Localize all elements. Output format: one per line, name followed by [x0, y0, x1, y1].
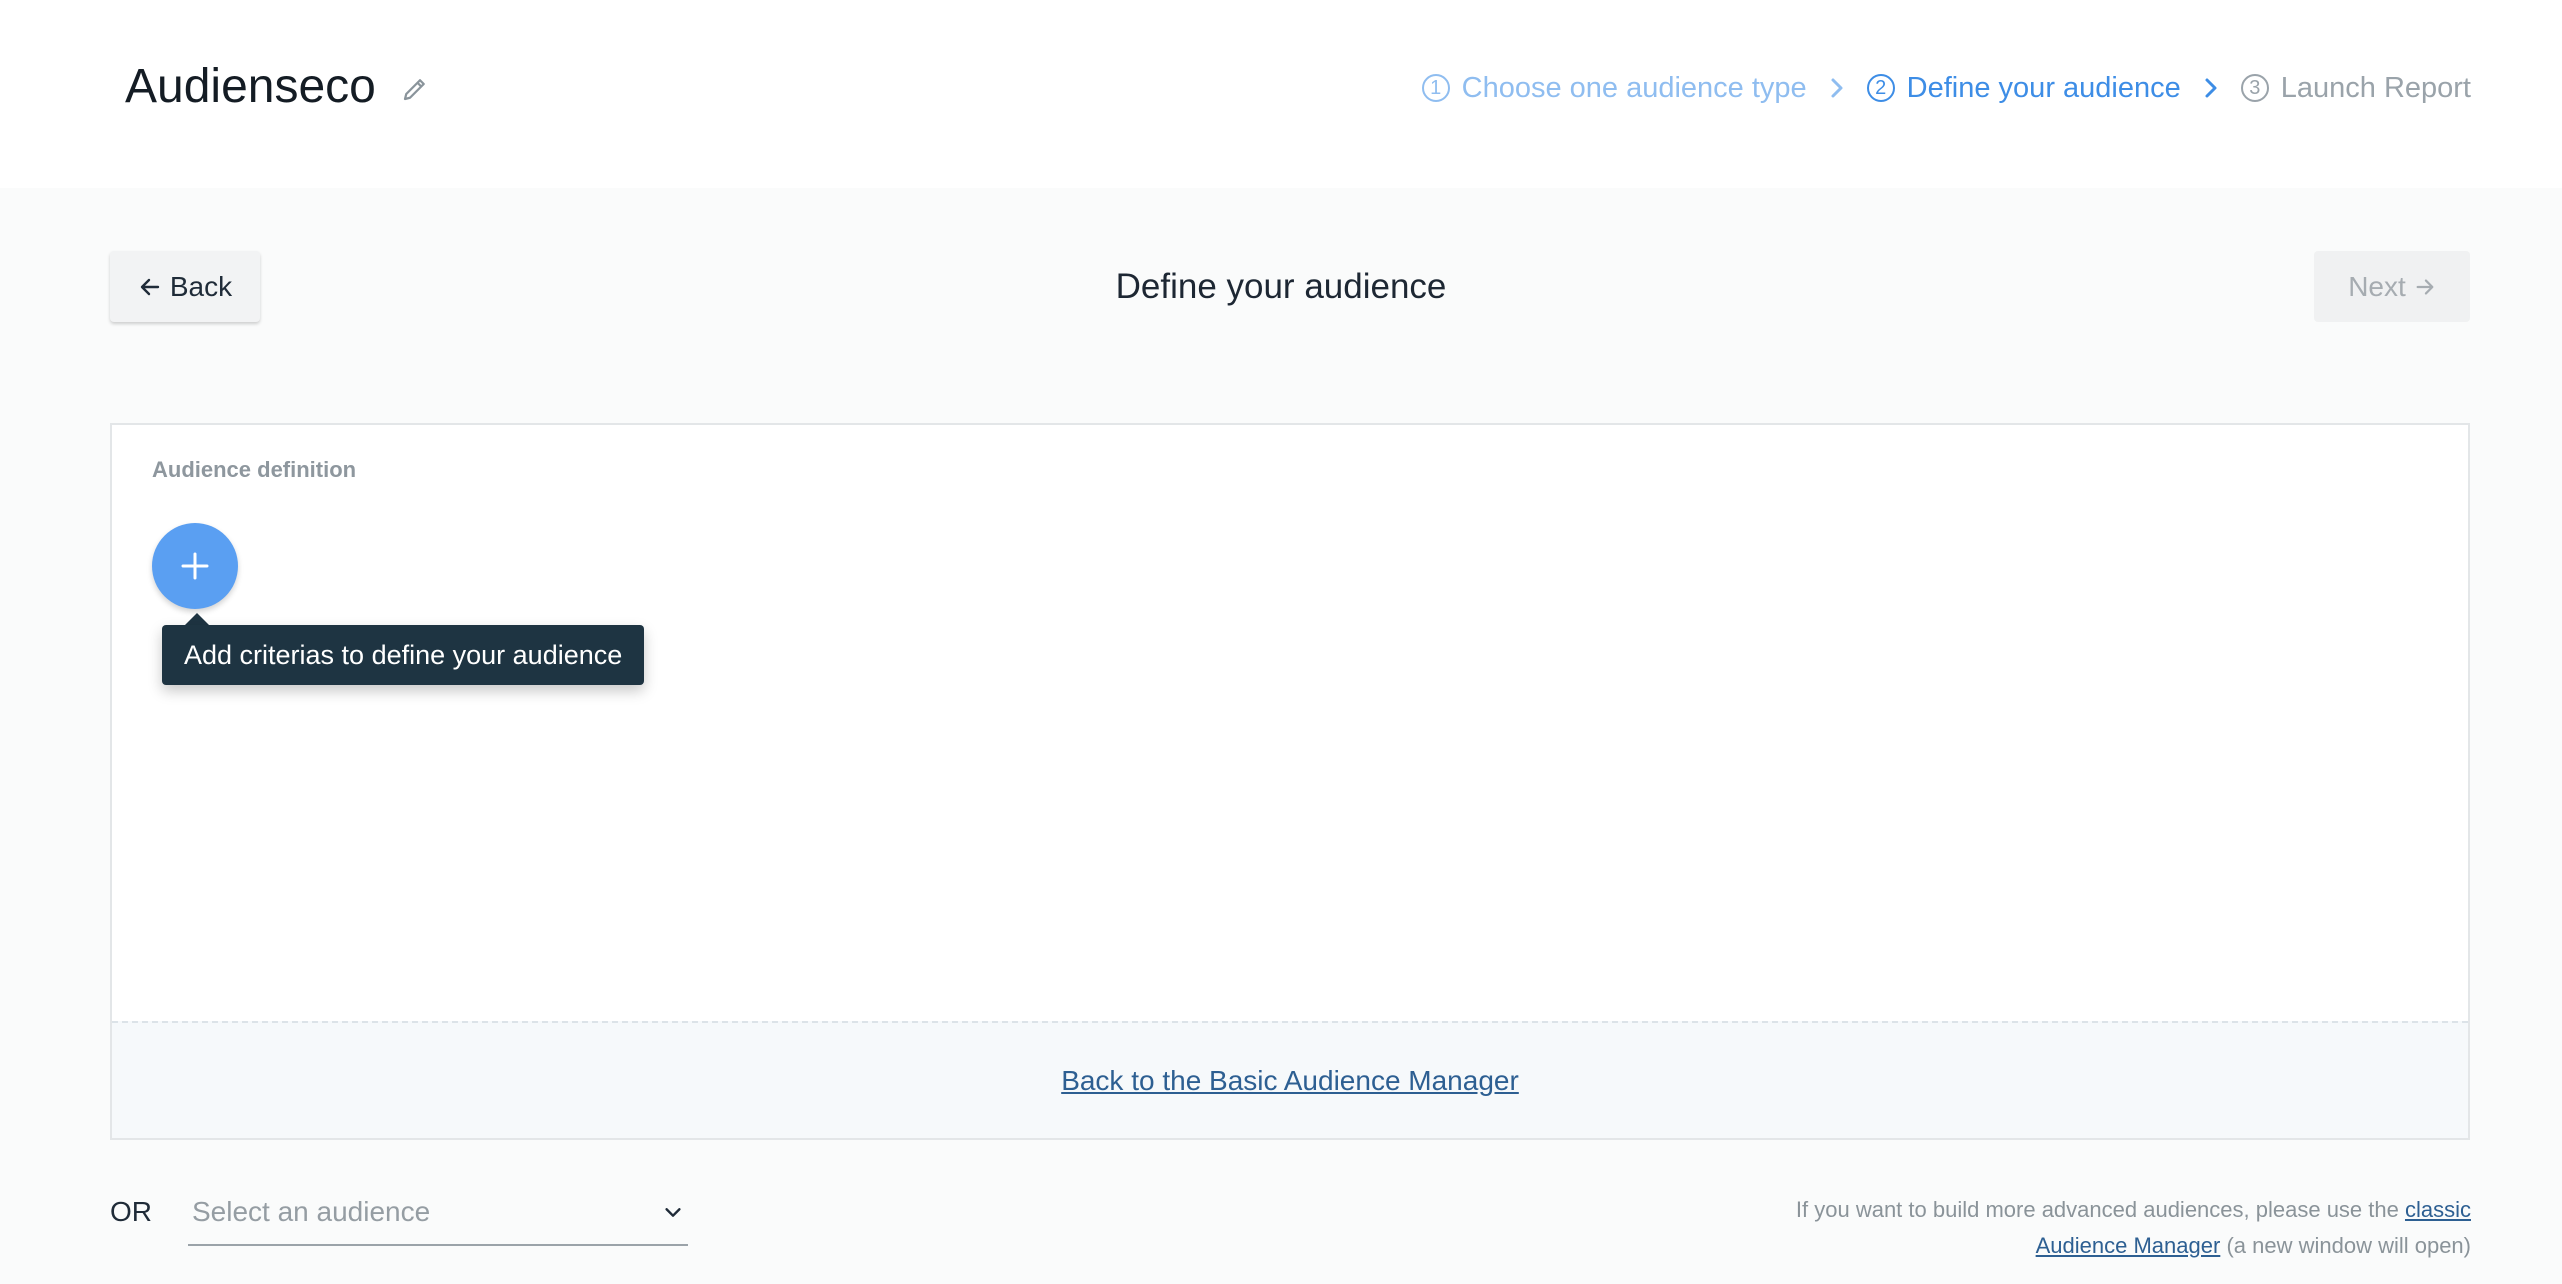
step-label: Define your audience [1906, 72, 2181, 104]
tooltip-arrow [185, 613, 209, 625]
add-criteria-button[interactable] [152, 523, 238, 609]
step-define-audience[interactable]: 2 Define your audience [1866, 68, 2181, 108]
advanced-audience-note: If you want to build more advanced audie… [1711, 1192, 2471, 1264]
chevron-down-icon [665, 1208, 681, 1217]
panel-footer: Back to the Basic Audience Manager [112, 1021, 2468, 1138]
step-label: Launch Report [2280, 72, 2471, 104]
chevron-right-icon [1829, 76, 1845, 100]
chevron-right-icon [2203, 76, 2219, 100]
note-prefix: If you want to build more advanced audie… [1795, 1197, 2399, 1222]
or-label: OR [110, 1196, 152, 1227]
select-audience-dropdown[interactable]: Select an audience [188, 1180, 688, 1246]
arrow-right-icon [2416, 278, 2434, 295]
header: Audienseco 1 Choose one audience type 2 … [0, 0, 2562, 188]
step-label: Choose one audience type [1461, 72, 1807, 104]
step-number: 2 [1866, 74, 1895, 102]
basic-audience-manager-link[interactable]: Back to the Basic Audience Manager [1061, 1065, 1519, 1097]
pencil-icon[interactable] [400, 74, 430, 104]
select-audience-placeholder: Select an audience [192, 1196, 431, 1227]
step-launch-report: 3 Launch Report [2240, 68, 2471, 108]
audience-definition-panel: Audience definition Add criterias to def… [110, 423, 2470, 1140]
add-criteria-tooltip: Add criterias to define your audience [162, 625, 645, 685]
page-title: Define your audience [1115, 267, 1447, 306]
step-number: 3 [2240, 74, 2269, 102]
step-indicator: 1 Choose one audience type 2 Define your… [1421, 68, 2471, 108]
note-suffix: (a new window will open) [2226, 1233, 2471, 1258]
plus-icon [181, 552, 209, 580]
step-choose-type[interactable]: 1 Choose one audience type [1421, 68, 1807, 108]
panel-label: Audience definition [152, 457, 357, 482]
audience-title: Audienseco [125, 60, 376, 113]
next-button[interactable]: Next [2314, 251, 2470, 322]
step-number: 1 [1421, 74, 1450, 102]
next-button-label: Next [2348, 270, 2406, 302]
